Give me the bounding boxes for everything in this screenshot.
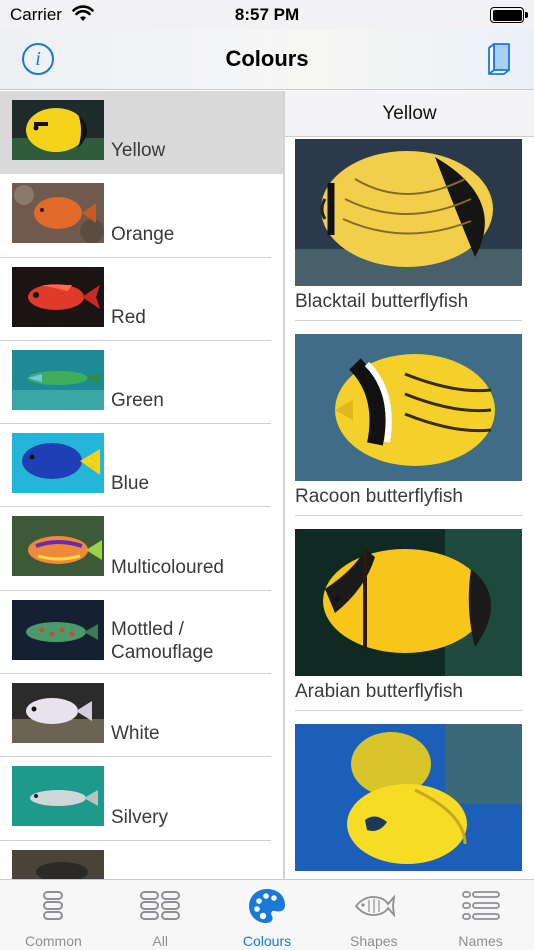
clock: 8:57 PM xyxy=(234,5,300,24)
fish-photo xyxy=(295,334,522,481)
colour-row-partial[interactable] xyxy=(0,841,283,879)
navigation-bar: i Colours xyxy=(0,30,534,90)
tab-label: Common xyxy=(25,933,82,949)
colour-thumbnail xyxy=(12,766,104,827)
fish-detail-panel[interactable]: Yellow Blacktail butterflyfish Racoon bu… xyxy=(285,91,534,879)
colour-thumbnail xyxy=(12,849,104,879)
fish-card-blacktail[interactable]: Blacktail butterflyfish xyxy=(285,137,534,332)
fish-card-racoon[interactable]: Racoon butterflyfish xyxy=(285,332,534,527)
fish-card-masked[interactable] xyxy=(285,722,534,879)
colour-label: White xyxy=(111,723,160,745)
tab-label: Colours xyxy=(242,933,292,949)
all-icon xyxy=(140,891,181,920)
status-bar: Carrier 8:57 PM xyxy=(0,0,534,30)
page-title: Colours xyxy=(225,46,309,71)
colour-label: Yellow xyxy=(111,140,166,162)
fish-photo xyxy=(295,724,522,871)
colour-thumbnail xyxy=(12,349,104,410)
colour-row-multicoloured[interactable]: Multicoloured xyxy=(0,507,283,591)
colour-label: Blue xyxy=(111,473,150,495)
fish-photo xyxy=(295,529,522,676)
fish-name: Blacktail butterflyfish xyxy=(295,291,469,312)
fish-name: Racoon butterflyfish xyxy=(295,486,463,507)
colour-row-white[interactable]: White xyxy=(0,674,283,758)
colour-thumbnail xyxy=(12,516,104,577)
battery-icon xyxy=(490,7,528,23)
colour-thumbnail xyxy=(12,683,104,744)
colour-row-yellow[interactable]: Yellow xyxy=(0,91,283,175)
colour-row-blue[interactable]: Blue xyxy=(0,424,283,508)
tab-label: Shapes xyxy=(350,933,398,949)
colour-row-mottled-camouflage[interactable]: Mottled / Camouflage xyxy=(0,591,283,675)
tab-shapes[interactable]: Shapes xyxy=(320,880,427,950)
colour-label: Red xyxy=(111,306,146,328)
colour-label: Green xyxy=(111,390,164,412)
colour-label: Multicoloured xyxy=(111,556,224,578)
book-icon[interactable] xyxy=(486,42,512,76)
colour-thumbnail xyxy=(12,100,104,160)
colour-row-silvery[interactable]: Silvery xyxy=(0,757,283,841)
palette-icon xyxy=(248,889,285,923)
colour-thumbnail xyxy=(12,266,104,327)
colour-thumbnail xyxy=(12,599,104,660)
colour-row-green[interactable]: Green xyxy=(0,341,283,425)
colour-label: Mottled / Camouflage xyxy=(111,619,214,664)
fish-photo xyxy=(295,139,522,286)
tab-names[interactable]: Names xyxy=(427,880,534,950)
fish-shape-icon xyxy=(354,894,395,918)
tab-label: All xyxy=(152,933,168,949)
colour-list[interactable]: Yellow Orange Red Green Blue Multicolour… xyxy=(0,91,283,879)
colour-thumbnail xyxy=(12,433,104,494)
fish-name: Arabian butterflyfish xyxy=(295,681,463,702)
tab-colours[interactable]: Colours xyxy=(214,880,321,950)
colour-row-red[interactable]: Red xyxy=(0,258,283,341)
common-icon xyxy=(43,891,64,920)
fish-card-arabian[interactable]: Arabian butterflyfish xyxy=(285,527,534,722)
tab-bar: Common All Colours Shapes Names xyxy=(0,879,534,950)
colour-row-orange[interactable]: Orange xyxy=(0,174,283,258)
tab-all[interactable]: All xyxy=(107,880,214,950)
names-list-icon xyxy=(461,891,500,920)
colour-label: Silvery xyxy=(111,806,169,828)
colour-thumbnail xyxy=(12,183,104,244)
colour-label: Orange xyxy=(111,223,175,245)
tab-common[interactable]: Common xyxy=(0,880,107,950)
detail-header: Yellow xyxy=(285,91,534,137)
tab-label: Names xyxy=(458,933,503,949)
